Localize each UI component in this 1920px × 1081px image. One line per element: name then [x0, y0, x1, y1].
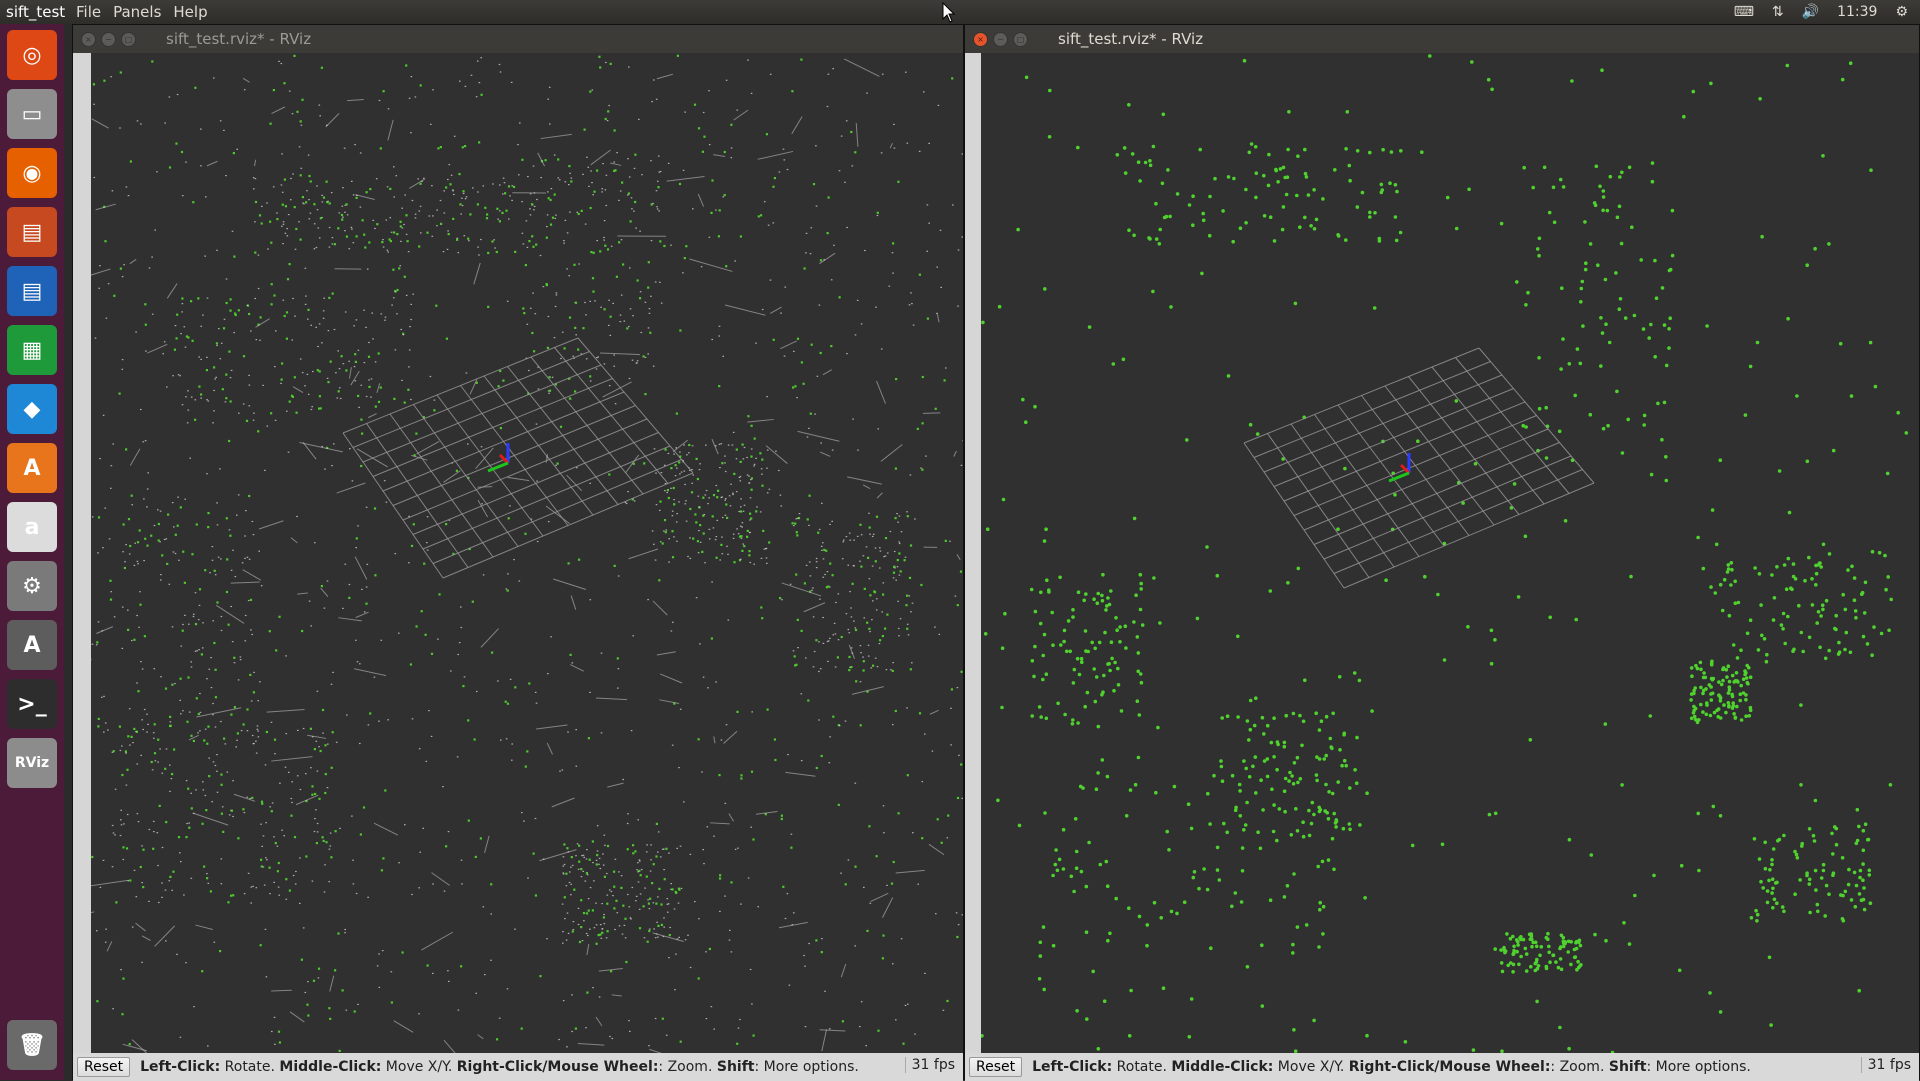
- mouse-hint: Left-Click: Rotate. Middle-Click: Move X…: [1032, 1059, 1751, 1075]
- minimize-icon[interactable]: −: [101, 32, 116, 47]
- point-cloud: [91, 55, 963, 1053]
- maximize-icon[interactable]: □: [121, 32, 136, 47]
- reset-button[interactable]: Reset: [77, 1057, 130, 1077]
- keyboard-icon[interactable]: ⌨: [1734, 4, 1754, 20]
- point-cloud-render[interactable]: [981, 53, 1919, 1053]
- calc-icon[interactable]: ▦: [7, 325, 57, 375]
- indicator-area: ⌨ ⇅ 🔊 11:39 ⚙: [1734, 0, 1920, 24]
- ubuntu-dash-icon[interactable]: ◎: [7, 30, 57, 80]
- window-title: sift_test.rviz* - RViz: [161, 30, 311, 48]
- clock[interactable]: 11:39: [1837, 4, 1877, 20]
- volume-icon[interactable]: 🔊: [1802, 4, 1819, 20]
- side-panel-strip[interactable]: [73, 53, 91, 1053]
- settings-icon[interactable]: ⚙: [7, 561, 57, 611]
- gear-icon[interactable]: ⚙: [1895, 4, 1908, 20]
- 3d-viewport[interactable]: [91, 53, 963, 1053]
- grid-plane: [343, 338, 693, 578]
- menu-file[interactable]: File: [70, 3, 107, 21]
- fps-counter: 31 fps: [905, 1057, 955, 1073]
- 3d-viewport[interactable]: [981, 53, 1919, 1053]
- terminal-icon[interactable]: >_: [7, 679, 57, 729]
- minimize-icon[interactable]: −: [993, 32, 1008, 47]
- vscode-icon[interactable]: ◆: [7, 384, 57, 434]
- status-bar: Reset Left-Click: Rotate. Middle-Click: …: [73, 1053, 963, 1081]
- rviz-window-left: × − □ sift_test.rviz* - RViz Reset Left-…: [72, 24, 964, 1080]
- app-name: sift_test: [0, 3, 70, 21]
- point-cloud-render[interactable]: [91, 53, 963, 1053]
- mouse-hint: Left-Click: Rotate. Middle-Click: Move X…: [140, 1059, 859, 1075]
- firefox-icon[interactable]: ◉: [7, 148, 57, 198]
- window-title: sift_test.rviz* - RViz: [1053, 30, 1203, 48]
- menu-panels[interactable]: Panels: [107, 3, 167, 21]
- rviz-icon[interactable]: RViz: [7, 738, 57, 788]
- menu-help[interactable]: Help: [167, 3, 213, 21]
- writer-icon[interactable]: ▤: [7, 266, 57, 316]
- rviz-window-right: × − □ sift_test.rviz* - RViz Reset Left-…: [964, 24, 1920, 1080]
- impress-icon[interactable]: ▤: [7, 207, 57, 257]
- maximize-icon[interactable]: □: [1013, 32, 1028, 47]
- close-icon[interactable]: ×: [973, 32, 988, 47]
- titlebar-right[interactable]: × − □ sift_test.rviz* - RViz: [965, 25, 1919, 53]
- fps-counter: 31 fps: [1861, 1057, 1911, 1073]
- top-menu-bar: sift_test File Panels Help ⌨ ⇅ 🔊 11:39 ⚙: [0, 0, 1920, 24]
- point-cloud: [981, 54, 1908, 1053]
- side-panel-strip[interactable]: [965, 53, 981, 1053]
- mouse-cursor-icon: [942, 2, 956, 24]
- status-bar: Reset Left-Click: Rotate. Middle-Click: …: [965, 1053, 1919, 1081]
- network-icon[interactable]: ⇅: [1772, 4, 1784, 20]
- grid-plane: [1244, 348, 1594, 588]
- launcher: ◎ ▭ ◉ ▤ ▤ ▦ ◆ Aa ⚙ A >_ RViz 🗑: [0, 24, 64, 1080]
- updater-icon[interactable]: A: [7, 620, 57, 670]
- close-icon[interactable]: ×: [81, 32, 96, 47]
- files-icon[interactable]: ▭: [7, 89, 57, 139]
- reset-button[interactable]: Reset: [969, 1057, 1022, 1077]
- titlebar-left[interactable]: × − □ sift_test.rviz* - RViz: [73, 25, 963, 53]
- software-center-icon[interactable]: A: [7, 443, 57, 493]
- trash-icon[interactable]: 🗑: [7, 1020, 57, 1070]
- amazon-icon[interactable]: a: [7, 502, 57, 552]
